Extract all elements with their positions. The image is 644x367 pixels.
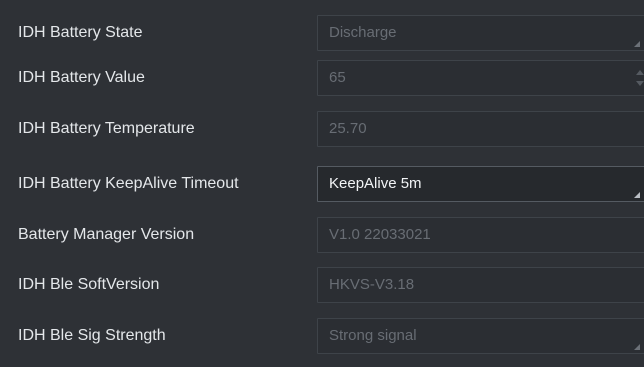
keepalive-timeout-dropdown[interactable]: KeepAlive 5m (317, 166, 644, 202)
row-battery-state: IDH Battery State Discharge (0, 11, 644, 55)
battery-value-label: IDH Battery Value (18, 69, 145, 86)
row-keepalive-timeout: IDH Battery KeepAlive Timeout KeepAlive … (0, 162, 644, 206)
combo-arrow-icon[interactable] (634, 192, 640, 198)
row-ble-softversion: IDH Ble SoftVersion HKVS-V3.18 (0, 263, 644, 307)
row-ble-sig-strength: IDH Ble Sig Strength Strong signal (0, 314, 644, 358)
ble-softversion-value: HKVS-V3.18 (329, 276, 415, 293)
keepalive-timeout-value: KeepAlive 5m (329, 175, 422, 192)
battery-manager-version-value: V1.0 22033021 (329, 226, 431, 243)
ble-sig-strength-dropdown: Strong signal (317, 318, 644, 354)
battery-state-dropdown: Discharge (317, 15, 644, 51)
battery-state-label: IDH Battery State (18, 24, 143, 41)
battery-temperature-label: IDH Battery Temperature (18, 120, 195, 137)
battery-manager-version-label: Battery Manager Version (18, 226, 195, 243)
row-battery-temperature: IDH Battery Temperature 25.70 (0, 107, 644, 151)
spin-up-arrow-icon (636, 70, 644, 75)
row-battery-value: IDH Battery Value 65 (0, 56, 644, 100)
keepalive-timeout-label: IDH Battery KeepAlive Timeout (18, 175, 239, 192)
ble-sig-strength-label: IDH Ble Sig Strength (18, 327, 166, 344)
battery-state-value: Discharge (329, 24, 397, 41)
spin-down-arrow-icon (636, 81, 644, 86)
ble-sig-strength-value: Strong signal (329, 327, 417, 344)
battery-value-spinbox: 65 (317, 60, 644, 96)
battery-manager-version-field: V1.0 22033021 (317, 217, 644, 253)
battery-temperature-field: 25.70 (317, 111, 644, 147)
battery-value-value: 65 (329, 69, 346, 86)
battery-properties-panel: IDH Battery State Discharge IDH Battery … (0, 0, 644, 367)
row-battery-manager-version: Battery Manager Version V1.0 22033021 (0, 213, 644, 257)
combo-arrow-icon (634, 41, 640, 47)
ble-softversion-field: HKVS-V3.18 (317, 267, 644, 303)
ble-softversion-label: IDH Ble SoftVersion (18, 276, 160, 293)
battery-temperature-value: 25.70 (329, 120, 367, 137)
combo-arrow-icon (634, 344, 640, 350)
